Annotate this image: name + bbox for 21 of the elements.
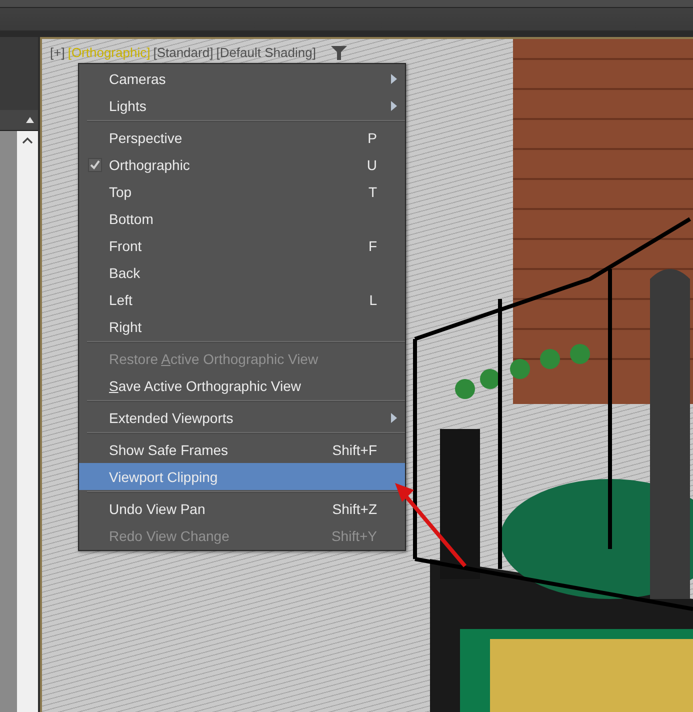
- menu-item[interactable]: Undo View Pan Shift+Z: [79, 495, 405, 522]
- menu-item[interactable]: Top T: [79, 178, 405, 205]
- menu-item[interactable]: Orthographic U: [79, 151, 405, 178]
- menu-item[interactable]: Left L: [79, 286, 405, 313]
- viewport-label[interactable]: [Standard]: [153, 45, 214, 60]
- menu-item[interactable]: Right: [79, 313, 405, 340]
- viewport-label[interactable]: [+]: [50, 45, 65, 60]
- menu-item[interactable]: Back: [79, 259, 405, 286]
- viewport-label[interactable]: [Default Shading]: [216, 45, 316, 60]
- filter-icon[interactable]: [330, 46, 347, 60]
- collapse-triangle-icon[interactable]: [26, 117, 34, 123]
- menu-item[interactable]: Cameras: [79, 65, 405, 92]
- scroll-up-caret-icon[interactable]: [22, 137, 33, 144]
- menu-item[interactable]: Lights: [79, 92, 405, 119]
- menu-item[interactable]: Perspective P: [79, 124, 405, 151]
- scrollbar[interactable]: [17, 131, 38, 712]
- menu-item[interactable]: Extended Viewports: [79, 404, 405, 431]
- menu-item[interactable]: Show Safe Frames Shift+F: [79, 436, 405, 463]
- menu-item[interactable]: Save Active Orthographic View: [79, 372, 405, 399]
- menu-item[interactable]: Bottom: [79, 205, 405, 232]
- menu-item[interactable]: Front F: [79, 232, 405, 259]
